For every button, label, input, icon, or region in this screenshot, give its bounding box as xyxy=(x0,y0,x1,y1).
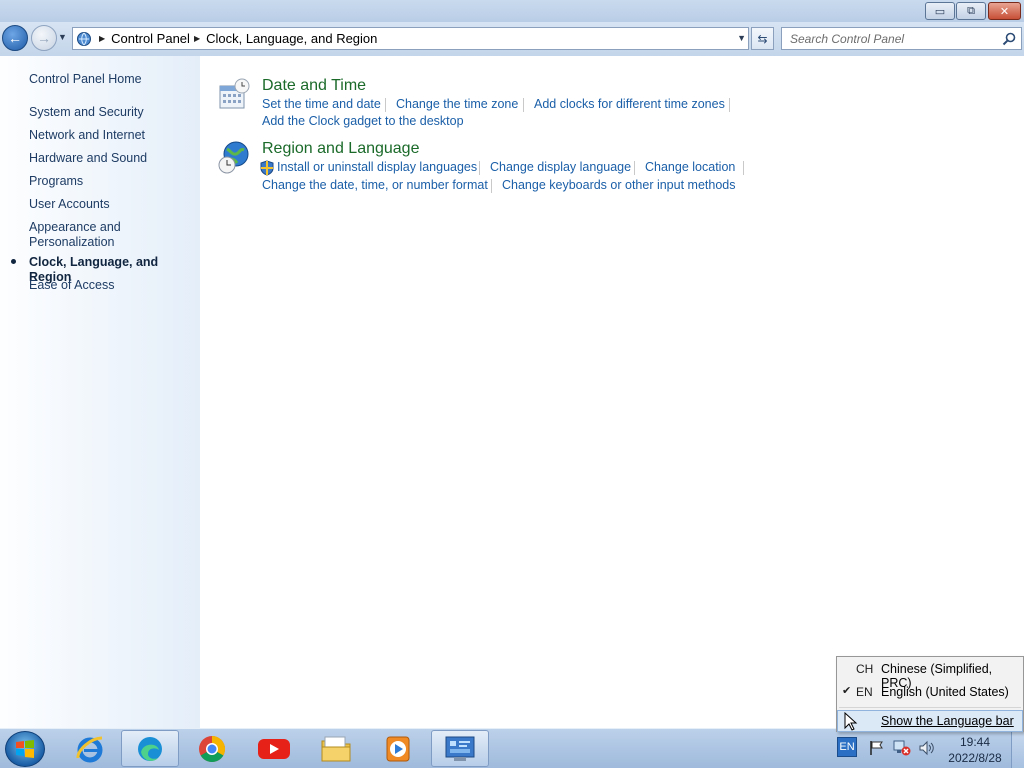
sidebar-item-label: Appearance and xyxy=(29,220,121,234)
show-language-bar-item[interactable]: Show the Language bar xyxy=(837,710,1023,732)
task-divider xyxy=(491,179,492,193)
maximize-button[interactable]: ⧉ xyxy=(956,2,986,20)
edge-icon xyxy=(138,736,162,761)
breadcrumb-separator-icon[interactable]: ▶ xyxy=(194,34,200,43)
chrome-icon xyxy=(199,735,226,762)
address-dropdown-icon[interactable]: ▼ xyxy=(737,33,746,43)
sidebar-item-system-security[interactable]: System and Security xyxy=(29,105,144,120)
windows-logo-icon xyxy=(16,740,34,758)
taskbar-chrome[interactable] xyxy=(183,730,241,767)
task-install-languages[interactable]: Install or uninstall display languages xyxy=(277,160,477,174)
language-menu-item-english[interactable]: ✔ EN English (United States) xyxy=(837,681,1023,703)
taskbar-internet-explorer[interactable] xyxy=(61,730,119,767)
minimize-button[interactable]: ▭ xyxy=(925,2,955,20)
media-player-icon xyxy=(386,736,410,761)
show-desktop-button[interactable] xyxy=(1011,729,1024,768)
breadcrumb-control-panel[interactable]: Control Panel xyxy=(111,31,190,46)
category-title-date-time[interactable]: Date and Time xyxy=(262,77,366,95)
task-change-location[interactable]: Change location xyxy=(645,160,735,174)
start-button[interactable] xyxy=(5,731,45,767)
task-divider xyxy=(729,98,730,112)
search-input[interactable]: Search Control Panel xyxy=(781,27,1022,50)
language-code: CH xyxy=(856,662,874,676)
main-content: Date and Time Set the time and date Chan… xyxy=(200,56,1024,728)
navigation-bar: ← → ▼ ▶ Control Panel ▶ Clock, Language,… xyxy=(0,22,1024,56)
control-panel-icon xyxy=(445,736,475,761)
action-center-flag-icon[interactable] xyxy=(868,740,886,759)
maximize-icon: ⧉ xyxy=(967,4,975,17)
sidebar-item-user-accounts[interactable]: User Accounts xyxy=(29,197,110,212)
internet-explorer-icon xyxy=(76,736,103,762)
clock-date[interactable]: 2022/8/28 xyxy=(944,751,1006,765)
task-divider xyxy=(479,161,480,175)
back-arrow-icon: ← xyxy=(8,30,22,46)
taskbar-file-explorer[interactable] xyxy=(307,730,365,767)
forward-arrow-icon: → xyxy=(37,30,51,46)
breadcrumb-separator-icon[interactable]: ▶ xyxy=(99,34,105,43)
task-divider xyxy=(385,98,386,112)
task-set-time-date[interactable]: Set the time and date xyxy=(262,97,381,111)
task-divider xyxy=(634,161,635,175)
task-add-clocks[interactable]: Add clocks for different time zones xyxy=(534,97,725,111)
close-button[interactable]: ✕ xyxy=(988,2,1021,20)
address-bar[interactable]: ▶ Control Panel ▶ Clock, Language, and R… xyxy=(72,27,749,50)
sidebar-item-control-panel-home[interactable]: Control Panel Home xyxy=(29,72,142,87)
sidebar: Control Panel Home System and Security N… xyxy=(0,56,200,728)
close-icon: ✕ xyxy=(999,5,1010,18)
search-placeholder: Search Control Panel xyxy=(790,31,905,46)
refresh-button[interactable]: ⇆ xyxy=(751,27,774,50)
breadcrumb-clock-language-region[interactable]: Clock, Language, and Region xyxy=(206,31,377,46)
sidebar-item-ease-of-access[interactable]: Ease of Access xyxy=(29,278,114,293)
window-titlebar: ▭ ⧉ ✕ xyxy=(0,0,1024,22)
calendar-clock-icon[interactable] xyxy=(218,78,250,113)
forward-button[interactable]: → xyxy=(31,25,57,51)
network-disconnected-icon[interactable] xyxy=(893,740,911,759)
volume-icon[interactable] xyxy=(918,740,936,759)
task-divider xyxy=(523,98,524,112)
sidebar-item-label: Personalization xyxy=(29,235,115,249)
taskbar-youtube[interactable] xyxy=(245,730,303,767)
sidebar-item-hardware-sound[interactable]: Hardware and Sound xyxy=(29,151,147,166)
control-panel-icon xyxy=(73,28,95,49)
task-change-time-zone[interactable]: Change the time zone xyxy=(396,97,518,111)
taskbar: EN 19:44 2022/8/28 xyxy=(0,728,1024,768)
shield-icon xyxy=(260,160,274,179)
menu-divider xyxy=(839,707,1021,708)
youtube-icon xyxy=(258,738,290,759)
sidebar-item-appearance-personalization[interactable]: Appearance and Personalization xyxy=(29,220,121,250)
language-code: EN xyxy=(856,685,873,699)
recent-pages-dropdown-icon[interactable]: ▼ xyxy=(58,32,67,42)
sidebar-item-network-internet[interactable]: Network and Internet xyxy=(29,128,145,143)
category-title-region-language[interactable]: Region and Language xyxy=(262,140,419,158)
task-add-clock-gadget[interactable]: Add the Clock gadget to the desktop xyxy=(262,114,464,128)
minimize-icon: ▭ xyxy=(934,5,946,18)
back-button[interactable]: ← xyxy=(2,25,28,51)
taskbar-control-panel[interactable] xyxy=(431,730,489,767)
task-change-display-language[interactable]: Change display language xyxy=(490,160,631,174)
task-change-keyboards[interactable]: Change keyboards or other input methods xyxy=(502,178,735,192)
show-language-bar-label: Show the Language bar xyxy=(881,714,1014,728)
task-change-date-format[interactable]: Change the date, time, or number format xyxy=(262,178,488,192)
clock-time[interactable]: 19:44 xyxy=(949,735,1001,749)
mouse-cursor-icon xyxy=(844,711,858,735)
taskbar-media-player[interactable] xyxy=(369,730,427,767)
taskbar-edge[interactable] xyxy=(121,730,179,767)
task-divider xyxy=(743,161,744,175)
language-menu-item-chinese[interactable]: CH Chinese (Simplified, PRC) xyxy=(837,658,1023,690)
sidebar-item-programs[interactable]: Programs xyxy=(29,174,83,189)
search-icon[interactable] xyxy=(1002,32,1016,49)
checkmark-icon: ✔ xyxy=(842,685,852,697)
globe-clock-icon[interactable] xyxy=(217,140,251,179)
refresh-icon: ⇆ xyxy=(757,31,768,46)
current-item-bullet xyxy=(11,259,16,264)
file-explorer-icon xyxy=(321,736,351,761)
language-indicator[interactable]: EN xyxy=(837,737,857,757)
language-menu: CH Chinese (Simplified, PRC) ✔ EN Englis… xyxy=(836,656,1024,732)
language-label: English (United States) xyxy=(881,685,1009,699)
